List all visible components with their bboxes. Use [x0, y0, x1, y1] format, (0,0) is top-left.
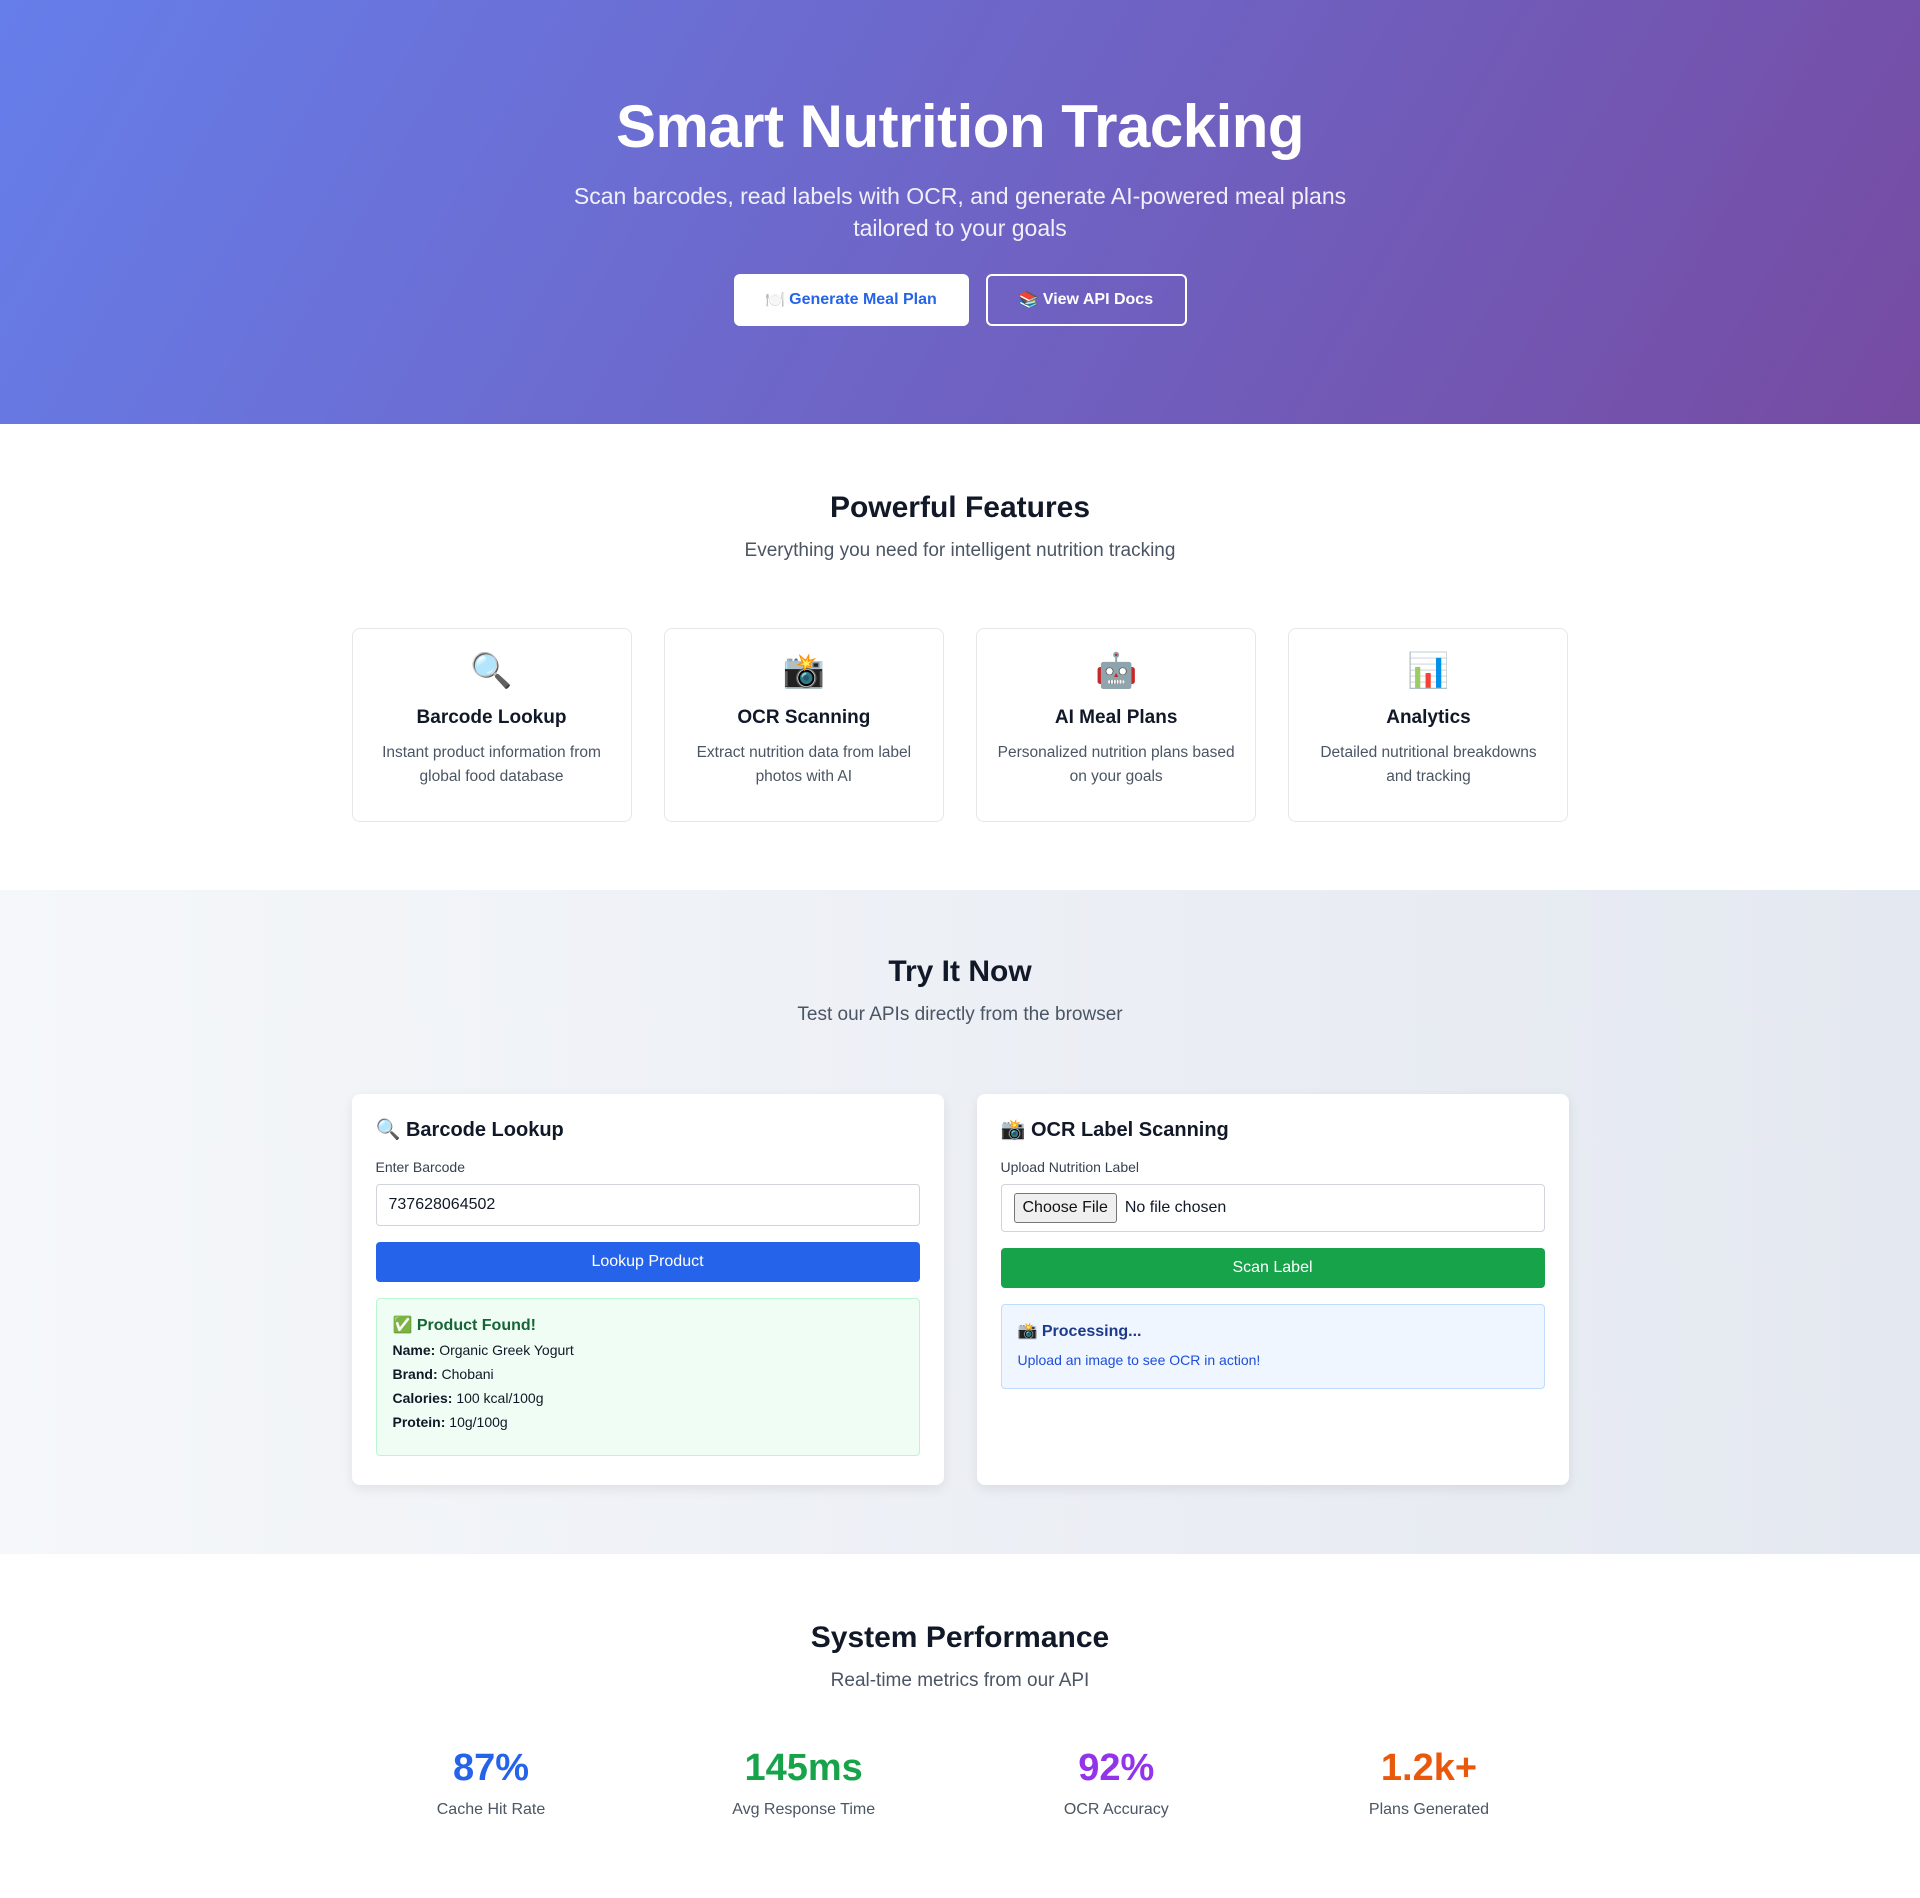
product-result-panel: ✅ Product Found! Name: Organic Greek Yog… — [375, 1298, 920, 1456]
try-it-section: Try It Now Test our APIs directly from t… — [0, 890, 1920, 1554]
metric-value: 87% — [452, 1747, 530, 1789]
robot-icon: 🤖 — [1094, 652, 1138, 690]
feature-card-barcode: 🔍 Barcode Lookup Instant product informa… — [351, 628, 632, 822]
demo-grid: 🔍 Barcode Lookup Enter Barcode 737628064… — [351, 1094, 1569, 1485]
feature-title: AI Meal Plans — [1054, 707, 1178, 728]
row-key: Name: — [392, 1342, 436, 1358]
features-section: Powerful Features Everything you need fo… — [0, 424, 1920, 890]
barcode-input[interactable]: 737628064502 — [375, 1184, 920, 1226]
view-api-docs-button[interactable]: 📚 View API Docs — [985, 274, 1187, 326]
hero-section: Smart Nutrition Tracking Scan barcodes, … — [0, 0, 1920, 424]
features-title: Powerful Features — [829, 491, 1091, 524]
ocr-demo-card: 📸 OCR Label Scanning Upload Nutrition La… — [976, 1094, 1569, 1485]
file-upload-input[interactable]: Choose File No file chosen — [1000, 1184, 1545, 1232]
view-api-docs-label: View API Docs — [1042, 291, 1154, 308]
hero-title: Smart Nutrition Tracking — [615, 93, 1305, 160]
performance-subtitle: Real-time metrics from our API — [830, 1670, 1090, 1691]
product-name-row: Name: Organic Greek Yogurt — [393, 1339, 903, 1361]
feature-description: Extract nutrition data from label photos… — [696, 744, 912, 785]
row-value: Organic Greek Yogurt — [439, 1342, 574, 1358]
performance-section: System Performance Real-time metrics fro… — [0, 1554, 1920, 1898]
metric-label: Plans Generated — [1368, 1801, 1489, 1818]
file-status: No file chosen — [1124, 1199, 1227, 1216]
try-it-title: Try It Now — [888, 955, 1032, 988]
camera-flash-icon: 📸 — [782, 652, 825, 690]
metric-avg-response-time: 145ms Avg Response Time — [648, 1746, 960, 1820]
row-value: 100 kcal/100g — [456, 1390, 544, 1406]
metric-value: 145ms — [744, 1747, 863, 1789]
product-brand-row: Brand: Chobani — [393, 1363, 903, 1385]
metric-value: 1.2k+ — [1380, 1747, 1478, 1789]
generate-meal-plan-label: Generate Meal Plan — [789, 291, 937, 308]
metric-grid: 87% Cache Hit Rate 145ms Avg Response Ti… — [335, 1746, 1585, 1820]
camera-flash-icon: 📸 — [1000, 1119, 1026, 1141]
feature-title: Analytics — [1386, 707, 1471, 728]
hero-actions: 🍽️ Generate Meal Plan 📚 View API Docs — [0, 274, 1920, 326]
product-result-title-text: Product Found! — [416, 1317, 536, 1334]
hero-subtitle: Scan barcodes, read labels with OCR, and… — [573, 183, 1347, 241]
books-icon: 📚 — [1018, 292, 1039, 309]
ocr-result-text: Upload an image to see OCR in action! — [1017, 1352, 1261, 1368]
feature-grid: 🔍 Barcode Lookup Instant product informa… — [351, 628, 1569, 822]
camera-flash-icon: 📸 — [1017, 1323, 1038, 1340]
row-value: 10g/100g — [449, 1414, 508, 1430]
try-it-subtitle: Test our APIs directly from the browser — [797, 1004, 1123, 1025]
ocr-demo-title-text: OCR Label Scanning — [1030, 1119, 1229, 1141]
lookup-product-button[interactable]: Lookup Product — [375, 1242, 920, 1282]
ocr-result-title: 📸 Processing... — [1018, 1321, 1528, 1343]
metric-cache-hit-rate: 87% Cache Hit Rate — [335, 1746, 647, 1820]
row-key: Brand: — [392, 1366, 438, 1382]
magnifier-icon: 🔍 — [375, 1119, 401, 1141]
choose-file-button[interactable]: Choose File — [1013, 1193, 1117, 1223]
feature-card-ocr: 📸 OCR Scanning Extract nutrition data fr… — [663, 628, 944, 822]
scan-label-button[interactable]: Scan Label — [1000, 1248, 1545, 1288]
bar-chart-icon: 📊 — [1407, 652, 1450, 690]
product-result-title: ✅ Product Found! — [393, 1315, 903, 1337]
ocr-result-panel: 📸 Processing... Upload an image to see O… — [1000, 1304, 1545, 1389]
row-key: Protein: — [392, 1414, 446, 1430]
plate-icon: 🍽️ — [765, 292, 786, 309]
feature-title: OCR Scanning — [737, 707, 871, 728]
metric-ocr-accuracy: 92% OCR Accuracy — [960, 1746, 1272, 1820]
generate-meal-plan-button[interactable]: 🍽️ Generate Meal Plan — [733, 274, 969, 326]
feature-description: Personalized nutrition plans based on yo… — [997, 744, 1235, 785]
metric-value: 92% — [1078, 1747, 1155, 1789]
row-value: Chobani — [441, 1366, 494, 1382]
feature-card-meal-plans: 🤖 AI Meal Plans Personalized nutrition p… — [976, 628, 1257, 822]
features-subtitle: Everything you need for intelligent nutr… — [744, 540, 1176, 561]
feature-description: Instant product information from global … — [382, 744, 601, 785]
feature-card-analytics: 📊 Analytics Detailed nutritional breakdo… — [1288, 628, 1569, 822]
ocr-result-title-text: Processing... — [1041, 1323, 1142, 1340]
barcode-demo-card: 🔍 Barcode Lookup Enter Barcode 737628064… — [351, 1094, 944, 1485]
barcode-demo-title: 🔍 Barcode Lookup — [376, 1118, 920, 1142]
metric-plans-generated: 1.2k+ Plans Generated — [1273, 1746, 1585, 1820]
barcode-input-label: Enter Barcode — [375, 1159, 466, 1175]
barcode-demo-title-text: Barcode Lookup — [405, 1119, 564, 1141]
product-protein-row: Protein: 10g/100g — [393, 1411, 903, 1433]
product-calories-row: Calories: 100 kcal/100g — [393, 1387, 903, 1409]
upload-label: Upload Nutrition Label — [1000, 1159, 1140, 1175]
feature-description: Detailed nutritional breakdowns and trac… — [1320, 744, 1537, 785]
metric-label: OCR Accuracy — [1063, 1801, 1169, 1818]
feature-title: Barcode Lookup — [416, 707, 567, 728]
check-mark-icon: ✅ — [392, 1317, 413, 1334]
magnifier-icon: 🔍 — [470, 652, 513, 690]
row-key: Calories: — [392, 1390, 453, 1406]
metric-label: Avg Response Time — [732, 1801, 876, 1818]
ocr-demo-title: 📸 OCR Label Scanning — [1001, 1118, 1545, 1142]
performance-title: System Performance — [810, 1621, 1110, 1654]
metric-label: Cache Hit Rate — [436, 1801, 546, 1818]
